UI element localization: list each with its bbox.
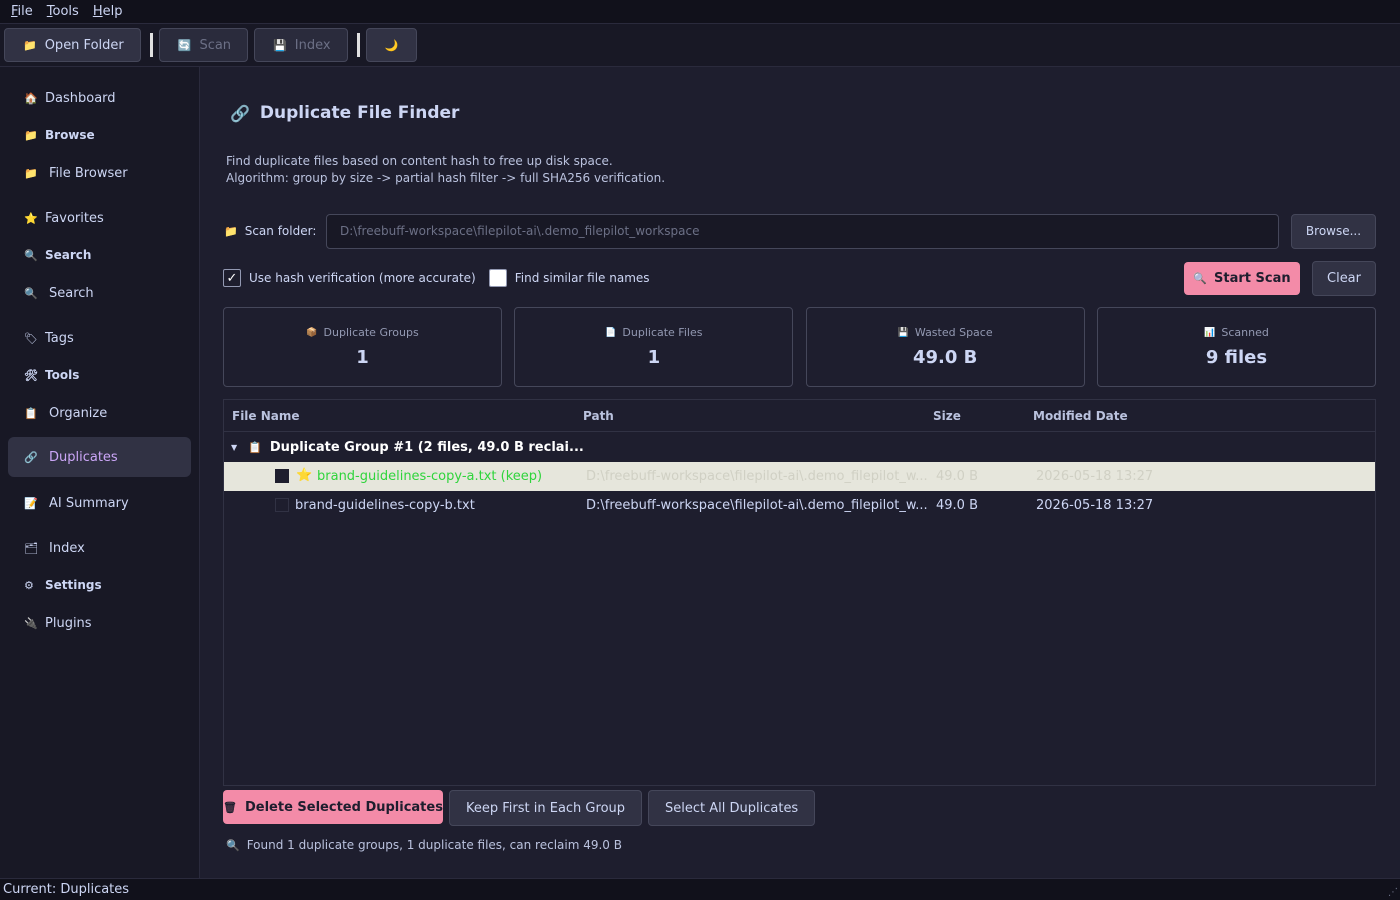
main-content: 🔗 Duplicate File Finder Find duplicate f… xyxy=(200,67,1400,878)
trash-icon: 🗑 xyxy=(223,800,237,814)
toolbar: 📁 Open Folder 🔄 Scan 💾 Index 🌙 xyxy=(0,24,1400,67)
sidebar-item-search[interactable]: 🔍 Search xyxy=(8,273,191,313)
toolbar-separator xyxy=(356,33,360,57)
start-scan-button[interactable]: 🔍 Start Scan xyxy=(1184,261,1300,295)
sidebar-section-search: 🔍 Search xyxy=(24,248,92,262)
sidebar-item-plugins[interactable]: 🔌 Plugins xyxy=(8,603,191,643)
row-checkbox[interactable] xyxy=(275,469,289,483)
stat-value: 1 xyxy=(647,347,661,368)
sidebar-item-favorites[interactable]: ⭐ Favorites xyxy=(8,198,191,238)
browse-button[interactable]: Browse... xyxy=(1291,213,1376,249)
hash-verification-checkbox[interactable]: ✓ xyxy=(223,269,241,287)
menu-tools[interactable]: Tools xyxy=(40,0,86,24)
sidebar-item-file-browser[interactable]: 📁 File Browser xyxy=(8,153,191,193)
stat-value: 9 files xyxy=(1205,347,1268,368)
checkmark-icon: ✓ xyxy=(226,270,238,286)
sidebar: 🏠 Dashboard 📁 Browse 📁 File Browser ⭐ Favori… xyxy=(0,67,200,878)
scan-result-text: 🔍 Found 1 duplicate groups, 1 duplicate … xyxy=(226,838,622,852)
clipboard-icon: 📋 xyxy=(248,441,262,454)
sidebar-item-dashboard[interactable]: 🏠 Dashboard xyxy=(8,78,191,118)
scan-folder-input[interactable]: D:\freebuff-workspace\filepilot-ai\.demo… xyxy=(326,213,1279,249)
column-header-path[interactable]: Path xyxy=(583,409,614,423)
scan-folder-row: 📁 Scan folder: D:\freebuff-workspace\fil… xyxy=(224,213,1376,249)
menu-file[interactable]: File xyxy=(4,0,40,24)
table-header: File Name Path Size Modified Date xyxy=(224,400,1375,432)
link-icon: 🔗 xyxy=(24,450,38,464)
magnifier-icon: 🔍 xyxy=(226,838,240,852)
magnifier-icon: 🔍 xyxy=(24,286,38,300)
toolbar-separator xyxy=(149,33,153,57)
stat-card-duplicate-files: 📄 Duplicate Files 1 xyxy=(514,307,794,387)
clear-button[interactable]: Clear xyxy=(1312,260,1376,296)
column-header-size[interactable]: Size xyxy=(933,409,961,423)
theme-toggle-button[interactable]: 🌙 xyxy=(365,28,418,62)
similar-names-checkbox[interactable] xyxy=(488,269,507,287)
link-icon: 🔗 xyxy=(230,103,250,123)
index-button[interactable]: 💾 Index xyxy=(254,28,348,62)
select-all-button[interactable]: Select All Duplicates xyxy=(648,790,816,826)
table-row[interactable]: brand-guidelines-copy-b.txt D:\freebuff-… xyxy=(224,491,1375,520)
scan-button[interactable]: 🔄 Scan xyxy=(158,28,249,62)
sidebar-item-tags[interactable]: 🏷 Tags xyxy=(8,318,191,358)
row-checkbox[interactable] xyxy=(275,498,289,512)
clipboard-icon: 📋 xyxy=(24,406,38,420)
column-header-modified[interactable]: Modified Date xyxy=(1033,409,1128,423)
package-icon: 📦 xyxy=(306,327,318,338)
delete-selected-button[interactable]: 🗑 Delete Selected Duplicates xyxy=(223,790,443,824)
sidebar-section-browse: 📁 Browse xyxy=(24,128,95,142)
stat-value: 1 xyxy=(356,347,369,368)
page-icon: 📄 xyxy=(605,327,617,338)
page-title: 🔗 Duplicate File Finder xyxy=(230,103,460,123)
menu-bar: File Tools Help xyxy=(0,0,1400,24)
column-header-file-name[interactable]: File Name xyxy=(232,409,300,423)
sidebar-section-tools: 🛠 Tools xyxy=(24,368,80,382)
duplicates-table: File Name Path Size Modified Date ▼ 📋 Du… xyxy=(223,399,1376,786)
magnifier-icon: 🔍 xyxy=(24,248,38,262)
sidebar-item-ai-summary[interactable]: 📝 AI Summary xyxy=(8,483,191,523)
stat-card-scanned: 📊 Scanned 9 files xyxy=(1096,307,1376,387)
options-row: ✓ Use hash verification (more accurate) … xyxy=(223,260,1376,296)
sidebar-item-organize[interactable]: 📋 Organize xyxy=(8,393,191,433)
floppy-icon: 💾 xyxy=(273,38,287,52)
table-row[interactable]: ⭐ brand-guidelines-copy-a.txt (keep) D:\… xyxy=(224,462,1375,491)
tools-icon: 🛠 xyxy=(24,368,38,382)
page-description: Find duplicate files based on content ha… xyxy=(226,154,666,185)
duplicate-group-row[interactable]: ▼ 📋 Duplicate Group #1 (2 files, 49.0 B … xyxy=(224,433,1375,462)
bar-chart-icon: 📊 xyxy=(1204,327,1216,338)
house-icon: 🏠 xyxy=(24,91,38,105)
folder-icon: 📁 xyxy=(23,38,37,52)
stats-cards: 📦 Duplicate Groups 1 📄 Duplicate Files 1 💾… xyxy=(223,307,1376,387)
similar-names-label: Find similar file names xyxy=(514,271,650,285)
document-icon: 📝 xyxy=(24,496,38,510)
collapse-arrow-icon[interactable]: ▼ xyxy=(231,443,237,452)
status-bar: Current: Duplicates ⋰ xyxy=(0,878,1400,900)
open-folder-button[interactable]: 📁 Open Folder xyxy=(4,28,141,62)
floppy-icon: 💾 xyxy=(897,327,909,338)
stat-value: 49.0 B xyxy=(912,347,978,368)
tag-icon: 🏷 xyxy=(24,331,38,345)
action-buttons: 🗑 Delete Selected Duplicates Keep First … xyxy=(223,790,821,826)
sidebar-item-index[interactable]: 🗂 Index xyxy=(8,528,191,568)
resize-grip-icon[interactable]: ⋰ xyxy=(1388,887,1398,898)
card-index-icon: 🗂 xyxy=(24,541,38,555)
folder-icon: 📁 xyxy=(24,166,38,180)
magnifier-icon: 🔍 xyxy=(1193,271,1208,285)
folder-icon: 📁 xyxy=(24,128,38,142)
gear-icon: ⚙ xyxy=(24,578,34,592)
star-icon: ⭐ xyxy=(24,211,38,225)
keep-first-button[interactable]: Keep First in Each Group xyxy=(449,790,643,826)
moon-icon: 🌙 xyxy=(384,38,399,52)
hash-verification-label: Use hash verification (more accurate) xyxy=(249,271,476,285)
refresh-icon: 🔄 xyxy=(177,38,192,52)
scan-folder-label: 📁 Scan folder: xyxy=(224,224,317,238)
star-icon: ⭐ xyxy=(296,468,313,483)
folder-icon: 📁 xyxy=(224,224,238,238)
plug-icon: 🔌 xyxy=(24,616,38,630)
sidebar-section-settings: ⚙ Settings xyxy=(24,578,102,592)
stat-card-duplicate-groups: 📦 Duplicate Groups 1 xyxy=(223,307,502,387)
stat-card-wasted-space: 💾 Wasted Space 49.0 B xyxy=(805,307,1085,387)
sidebar-item-duplicates[interactable]: 🔗 Duplicates xyxy=(8,437,191,477)
menu-help[interactable]: Help xyxy=(86,0,130,24)
